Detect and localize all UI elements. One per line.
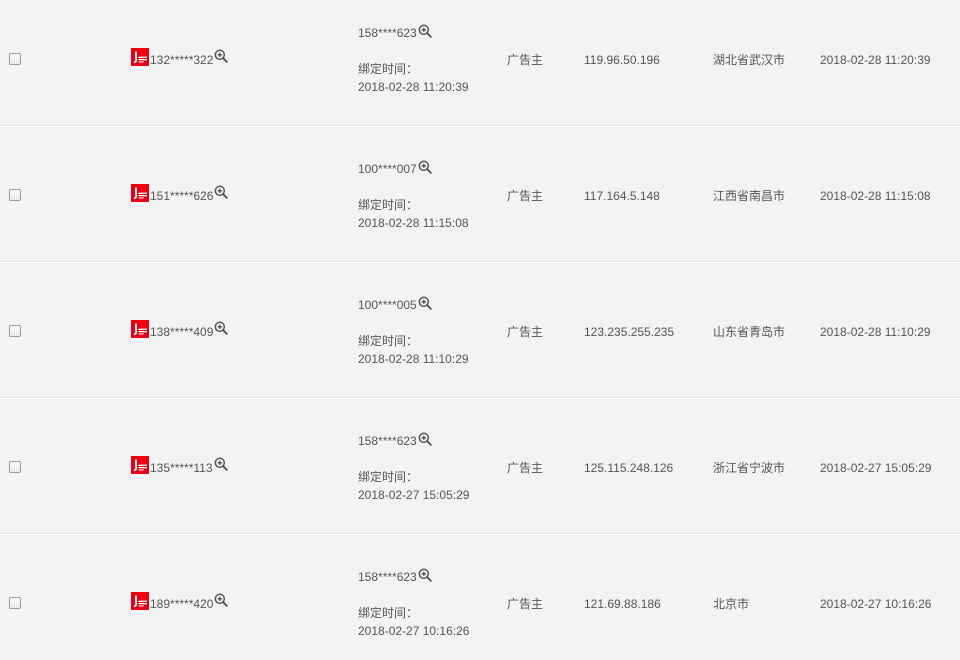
user-phone: 189*****420: [150, 597, 214, 611]
row-select-checkbox[interactable]: [9, 325, 21, 337]
login-time: 2018-02-27 10:16:26: [820, 597, 932, 611]
brand-logo-icon: [131, 592, 149, 610]
user-cell: 135*****113: [131, 456, 228, 474]
zoom-in-icon[interactable]: [214, 593, 229, 607]
bound-account: 100****007: [358, 162, 417, 176]
user-role: 广告主: [507, 53, 544, 67]
zoom-in-icon[interactable]: [418, 296, 432, 310]
user-role: 广告主: [507, 325, 544, 339]
brand-logo-icon: [131, 456, 149, 474]
table-row: 189*****420 158****623 绑定时间： 2018-02-27: [0, 534, 960, 660]
row-select-checkbox[interactable]: [9, 461, 21, 473]
location: 江西省南昌市: [713, 189, 786, 203]
login-time: 2018-02-28 11:15:08: [820, 189, 931, 203]
bound-account: 158****623: [358, 26, 417, 40]
bind-time-label: 绑定时间：: [358, 334, 419, 348]
table-row: 151*****626 100****007 绑定时间： 2018-02-28: [0, 126, 960, 262]
bind-time-label: 绑定时间：: [358, 606, 419, 620]
zoom-in-icon[interactable]: [214, 185, 229, 199]
bind-time-value: 2018-02-28 11:20:39: [358, 80, 469, 94]
bound-account: 158****623: [358, 434, 417, 448]
bound-account: 100****005: [358, 298, 417, 312]
user-cell: 132*****322: [131, 48, 229, 67]
user-cell: 151*****626: [131, 184, 229, 203]
bindings-table: 132*****322 158****623 绑定时间： 2018-02-28: [0, 0, 960, 660]
user-role: 广告主: [507, 597, 544, 611]
brand-logo-icon: [131, 320, 149, 338]
location: 湖北省武汉市: [713, 53, 786, 67]
row-select-checkbox[interactable]: [9, 53, 21, 65]
table-row: 132*****322 158****623 绑定时间： 2018-02-28: [0, 0, 960, 126]
zoom-in-icon[interactable]: [418, 568, 432, 582]
brand-logo-icon: [131, 48, 149, 66]
user-cell: 138*****409: [131, 320, 229, 339]
bound-account-line: 158****623: [358, 24, 432, 40]
login-time: 2018-02-28 11:10:29: [820, 325, 931, 339]
user-role: 广告主: [507, 189, 544, 203]
ip-address: 117.164.5.148: [584, 189, 660, 203]
location: 北京市: [713, 597, 750, 611]
zoom-in-icon[interactable]: [418, 24, 432, 38]
ip-address: 119.96.50.196: [584, 53, 660, 67]
user-phone: 138*****409: [150, 325, 214, 339]
user-phone: 151*****626: [150, 189, 214, 203]
user-role: 广告主: [507, 461, 544, 475]
ip-address: 121.69.88.186: [584, 597, 661, 611]
bound-account-line: 158****623: [358, 568, 432, 584]
bind-time-value: 2018-02-27 15:05:29: [358, 488, 470, 502]
zoom-in-icon[interactable]: [418, 160, 432, 174]
table-row: 135*****113 158****623 绑定时间： 2018-02-27: [0, 398, 960, 534]
zoom-in-icon[interactable]: [214, 49, 229, 63]
brand-logo-icon: [131, 184, 149, 202]
location: 浙江省宁波市: [713, 461, 786, 475]
bound-account-line: 100****005: [358, 296, 432, 312]
login-time: 2018-02-28 11:20:39: [820, 53, 931, 67]
zoom-in-icon[interactable]: [214, 457, 228, 471]
location: 山东省青岛市: [713, 325, 786, 339]
zoom-in-icon[interactable]: [418, 432, 432, 446]
zoom-in-icon[interactable]: [214, 321, 229, 335]
bound-account-line: 158****623: [358, 432, 432, 448]
bound-account-line: 100****007: [358, 160, 432, 176]
user-phone: 135*****113: [150, 461, 213, 475]
bind-time-value: 2018-02-28 11:10:29: [358, 352, 469, 366]
table-row: 138*****409 100****005 绑定时间： 2018-02-28: [0, 262, 960, 398]
ip-address: 123.235.255.235: [584, 325, 675, 339]
row-select-checkbox[interactable]: [9, 597, 21, 609]
user-cell: 189*****420: [131, 592, 229, 611]
bind-time-value: 2018-02-27 10:16:26: [358, 624, 470, 638]
bound-account: 158****623: [358, 570, 417, 584]
ip-address: 125.115.248.126: [584, 461, 674, 475]
user-phone: 132*****322: [150, 53, 214, 67]
bind-time-label: 绑定时间：: [358, 62, 419, 76]
bind-time-label: 绑定时间：: [358, 198, 419, 212]
bind-time-value: 2018-02-28 11:15:08: [358, 216, 469, 230]
login-time: 2018-02-27 15:05:29: [820, 461, 932, 475]
bind-time-label: 绑定时间：: [358, 470, 419, 484]
row-select-checkbox[interactable]: [9, 189, 21, 201]
